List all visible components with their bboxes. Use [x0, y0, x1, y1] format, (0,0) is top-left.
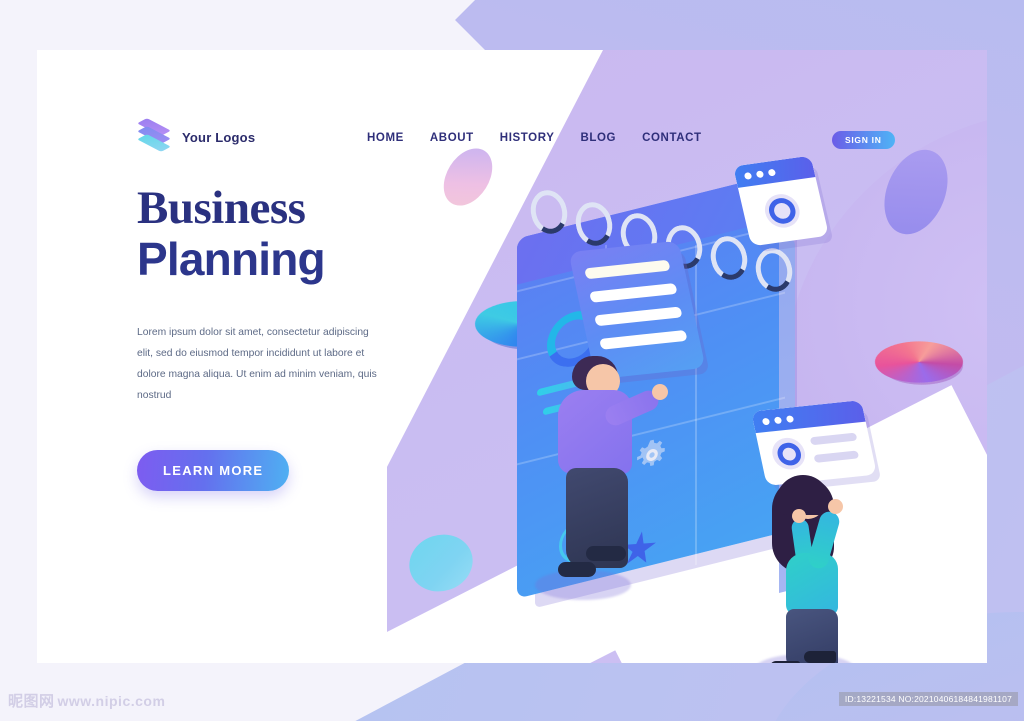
window-dot-icon — [785, 414, 795, 423]
site-watermark: 昵图网 www.nipic.com — [8, 690, 165, 711]
nav-item-history[interactable]: HISTORY — [500, 132, 555, 144]
man-hand — [652, 384, 668, 400]
circle-avatar-icon — [769, 436, 808, 471]
window-dot-icon — [743, 171, 753, 180]
nav-item-home[interactable]: HOME — [367, 132, 404, 144]
window-dot-icon — [767, 168, 777, 177]
website-mockup-card: Your Logos HOME ABOUT HISTORY BLOG CONTA… — [37, 50, 987, 663]
nav-item-blog[interactable]: BLOG — [580, 132, 616, 144]
nav-item-about[interactable]: ABOUT — [430, 132, 474, 144]
window-dot-icon — [773, 416, 783, 424]
hero-section: Business Planning Lorem ipsum dolor sit … — [137, 182, 437, 492]
cyan-ellipse-decor — [401, 526, 481, 600]
image-id-badge: ID:13221534 NO:20210406184841981107 — [838, 692, 1018, 706]
watermark-cn-text: 昵图网 — [8, 692, 55, 710]
man-shoe — [558, 562, 596, 577]
man-character — [542, 350, 668, 600]
logo-text: Your Logos — [182, 129, 256, 145]
woman-hair-top — [776, 475, 830, 515]
violet-ellipse-decor — [872, 140, 960, 244]
woman-hand — [792, 509, 806, 523]
nav-item-contact[interactable]: CONTACT — [642, 132, 702, 144]
sign-in-button[interactable]: SIGN IN — [832, 131, 895, 149]
woman-shoe — [770, 661, 800, 663]
logo[interactable]: Your Logos — [137, 118, 256, 154]
watermark-url: www.nipic.com — [57, 692, 166, 709]
browser-card-top — [733, 155, 829, 247]
site-header: Your Logos HOME ABOUT HISTORY BLOG CONTA… — [37, 50, 987, 152]
learn-more-button[interactable]: LEARN MORE — [137, 450, 290, 492]
stacked-layers-icon — [137, 118, 175, 154]
circle-avatar-icon — [761, 191, 803, 230]
man-shoe — [586, 546, 626, 561]
window-dot-icon — [755, 169, 765, 178]
browser-titlebar — [733, 155, 816, 188]
woman-character — [762, 475, 872, 663]
pink-ellipse-decor — [433, 139, 503, 215]
pink-torus-ring — [861, 318, 977, 406]
page-title-line1: Business — [137, 182, 306, 234]
woman-hand — [828, 499, 843, 514]
woman-shoe — [804, 651, 836, 663]
page-title-line2: Planning — [137, 232, 326, 285]
window-dot-icon — [761, 417, 771, 425]
main-nav: HOME ABOUT HISTORY BLOG CONTACT — [367, 132, 702, 144]
watermark-footer: 昵图网 www.nipic.com ID:13221534 NO:2021040… — [0, 680, 1024, 721]
hero-body-text: Lorem ipsum dolor sit amet, consectetur … — [137, 326, 377, 401]
page-background: Your Logos HOME ABOUT HISTORY BLOG CONTA… — [0, 0, 1024, 721]
browser-card-lower — [751, 400, 877, 486]
